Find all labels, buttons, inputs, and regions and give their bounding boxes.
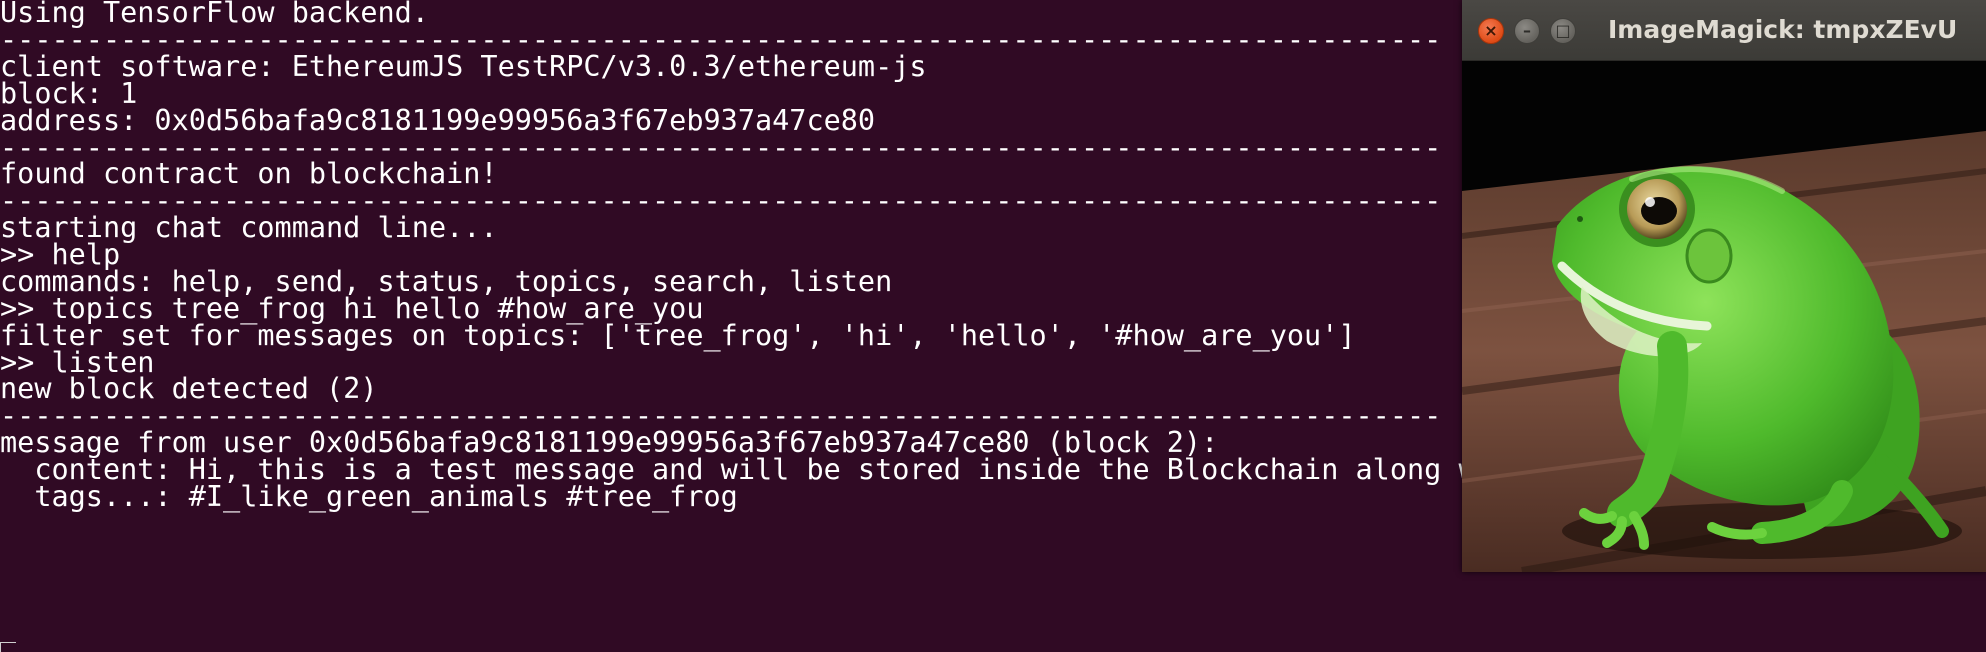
maximize-button[interactable]: □ (1550, 18, 1576, 44)
terminal-line: client software: EthereumJS TestRPC/v3.0… (0, 50, 927, 83)
window-titlebar[interactable]: × – □ ImageMagick: tmpxZEvU (1462, 0, 1986, 61)
terminal-cursor (0, 642, 16, 652)
imagemagick-window[interactable]: × – □ ImageMagick: tmpxZEvU (1462, 0, 1986, 572)
frog-image (1462, 61, 1986, 572)
terminal-line: filter set for messages on topics: ['tre… (0, 319, 1356, 352)
window-title: ImageMagick: tmpxZEvU (1608, 15, 1958, 44)
terminal-line: tags...: #I_like_green_animals #tree_fro… (0, 480, 738, 513)
minimize-button[interactable]: – (1514, 18, 1540, 44)
close-button[interactable]: × (1478, 18, 1504, 44)
